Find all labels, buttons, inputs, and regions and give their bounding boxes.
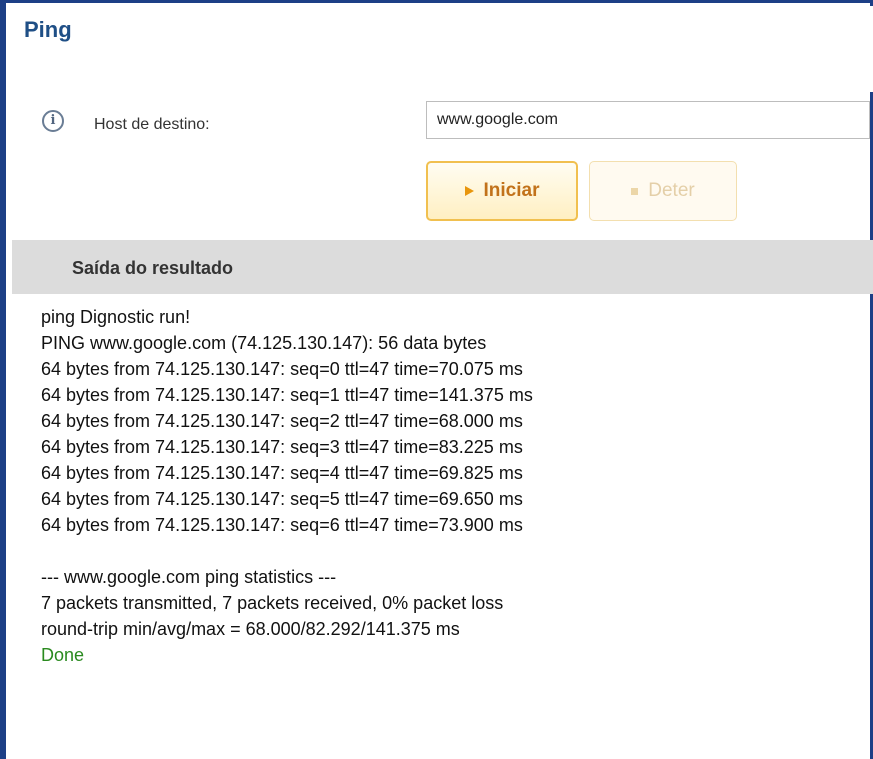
output-line: 64 bytes from 74.125.130.147: seq=1 ttl=… [41, 385, 533, 405]
output-line: --- www.google.com ping statistics --- [41, 567, 337, 587]
stop-button[interactable]: Deter [589, 161, 737, 221]
ping-panel: Ping i Host de destino: Iniciar Deter Sa… [0, 0, 873, 759]
output-line: 64 bytes from 74.125.130.147: seq=3 ttl=… [41, 437, 523, 457]
panel-header [12, 6, 873, 92]
start-button[interactable]: Iniciar [426, 161, 578, 221]
stop-icon [631, 187, 639, 195]
output-line: PING www.google.com (74.125.130.147): 56… [41, 333, 487, 353]
output-line: 7 packets transmitted, 7 packets receive… [41, 593, 504, 613]
output-line: 64 bytes from 74.125.130.147: seq=6 ttl=… [41, 515, 523, 535]
output-line: 64 bytes from 74.125.130.147: seq=2 ttl=… [41, 411, 523, 431]
status-done: Done [41, 645, 85, 665]
panel-title: Ping [24, 17, 72, 42]
play-icon [464, 186, 474, 196]
start-button-label: Iniciar [483, 180, 540, 201]
output-line: round-trip min/avg/max = 68.000/82.292/1… [41, 619, 460, 639]
result-section-title: Saída do resultado [72, 258, 234, 278]
stop-button-label: Deter [648, 180, 695, 201]
result-section-header: Saída do resultado [12, 240, 873, 294]
output-line: 64 bytes from 74.125.130.147: seq=0 ttl=… [41, 359, 523, 379]
info-icon[interactable]: i [42, 110, 64, 132]
host-input[interactable] [426, 101, 870, 139]
host-label: Host de destino: [94, 116, 210, 133]
output-line: ping Dignostic run! [41, 307, 191, 327]
output-line: 64 bytes from 74.125.130.147: seq=5 ttl=… [41, 489, 523, 509]
result-output: ping Dignostic run! PING www.google.com … [41, 304, 861, 668]
output-line: 64 bytes from 74.125.130.147: seq=4 ttl=… [41, 463, 523, 483]
